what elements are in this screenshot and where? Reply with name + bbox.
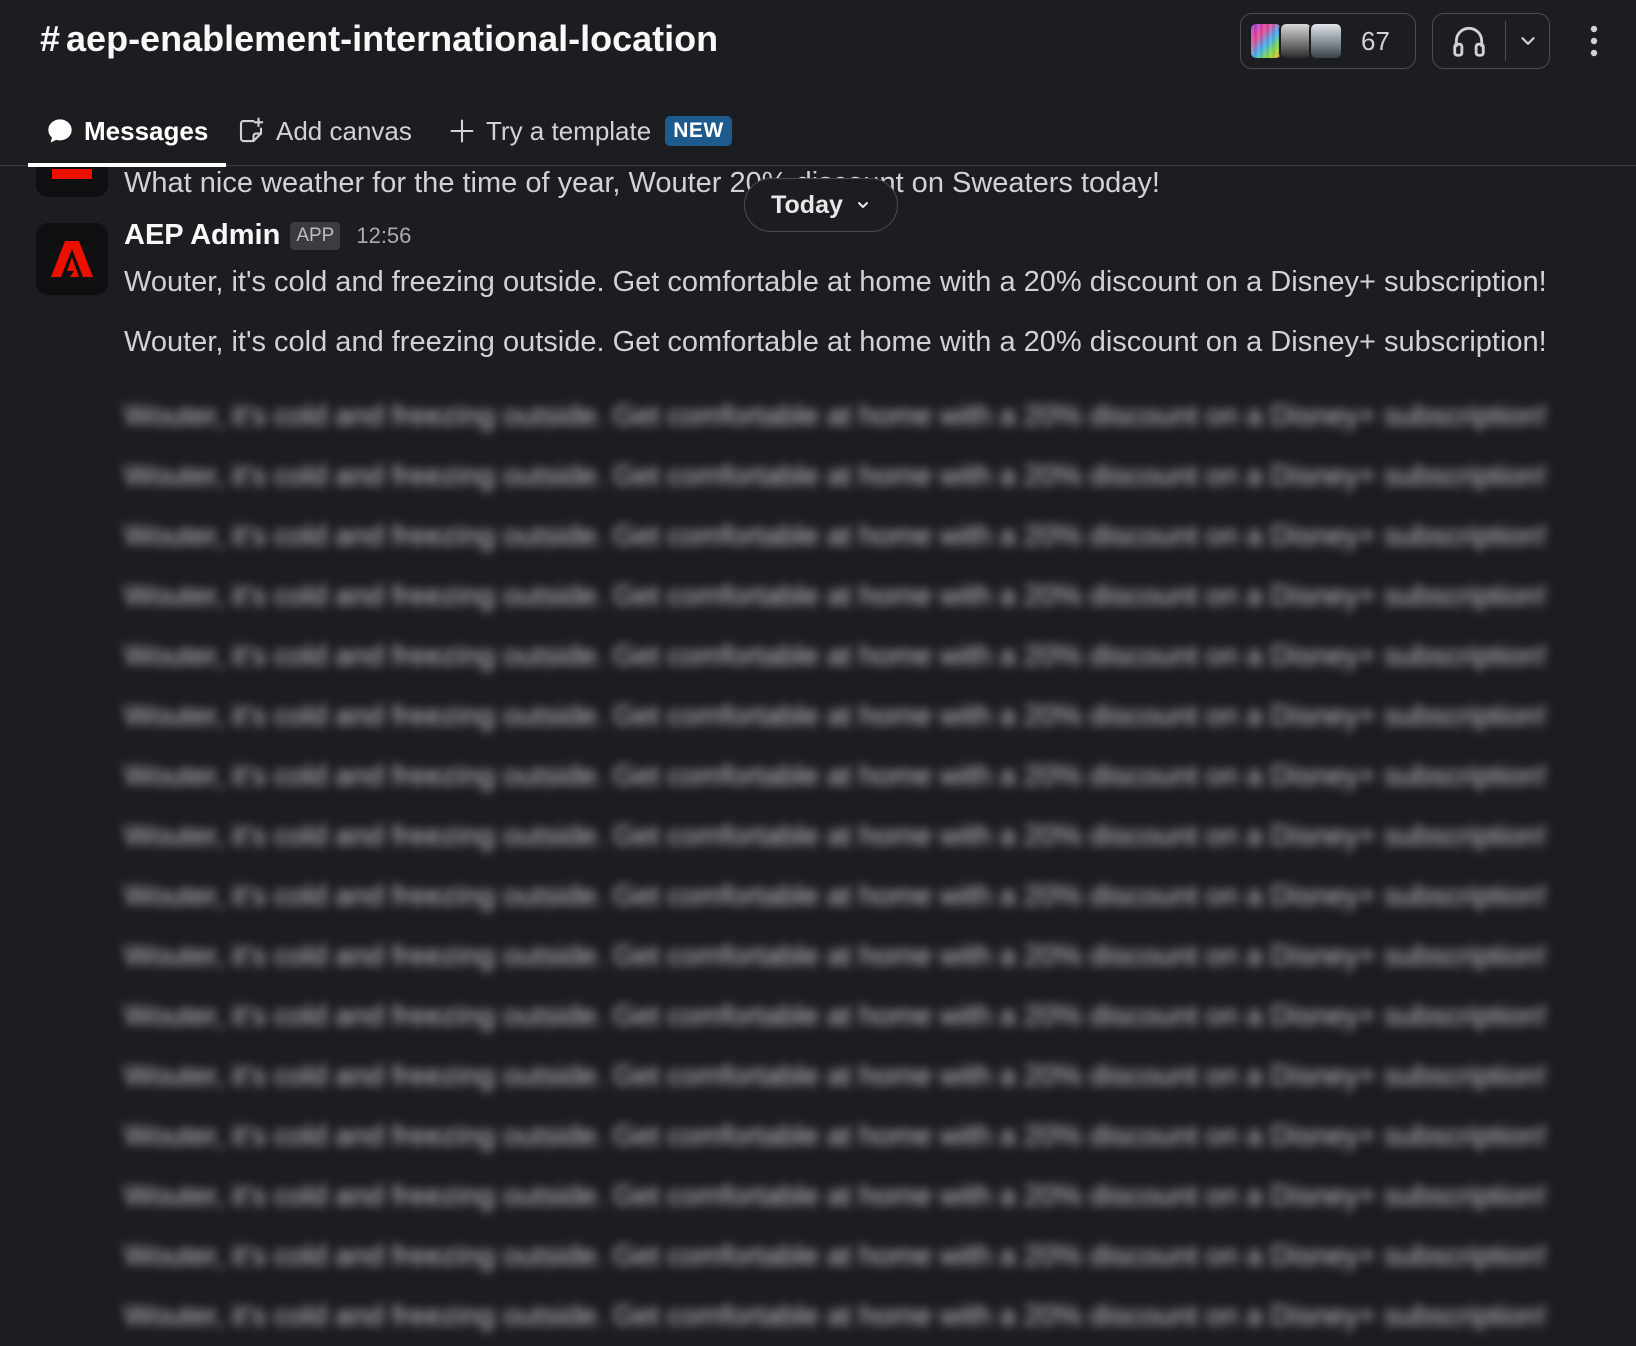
tab-add-canvas[interactable]: Add canvas xyxy=(236,96,412,166)
plus-icon xyxy=(448,117,476,145)
member-avatars xyxy=(1249,22,1343,60)
blurred-message-text: Wouter, it's cold and freezing outside. … xyxy=(124,1300,1547,1332)
member-count: 67 xyxy=(1361,25,1390,56)
blurred-message-text: Wouter, it's cold and freezing outside. … xyxy=(124,1180,1547,1212)
blurred-messages: Wouter, it's cold and freezing outside. … xyxy=(124,386,1547,1346)
adobe-logo-icon xyxy=(52,169,92,179)
new-badge: NEW xyxy=(665,116,732,146)
channel-tabs: Messages Add canvas Try a template NEW xyxy=(0,96,1636,167)
huddle-options-button[interactable] xyxy=(1506,14,1549,68)
blurred-message-text: Wouter, it's cold and freezing outside. … xyxy=(124,820,1547,852)
tab-try-template[interactable]: Try a template NEW xyxy=(448,96,732,166)
huddle-button-group xyxy=(1432,13,1550,69)
message-list: What nice weather for the time of year, … xyxy=(0,167,1636,1346)
blurred-message-text: Wouter, it's cold and freezing outside. … xyxy=(124,880,1547,912)
tab-add-canvas-label: Add canvas xyxy=(276,115,412,146)
huddle-button[interactable] xyxy=(1433,14,1505,68)
blurred-message-text: Wouter, it's cold and freezing outside. … xyxy=(124,1240,1547,1272)
message-text: Wouter, it's cold and freezing outside. … xyxy=(124,266,1547,298)
adobe-logo-icon xyxy=(51,241,93,277)
blurred-message-text: Wouter, it's cold and freezing outside. … xyxy=(124,460,1547,492)
slack-channel-view: # aep-enablement-international-location … xyxy=(0,0,1636,1346)
blurred-message-text: Wouter, it's cold and freezing outside. … xyxy=(124,580,1547,612)
date-divider-button[interactable]: Today xyxy=(744,178,898,232)
tab-try-template-label: Try a template xyxy=(486,115,652,146)
blurred-message-text: Wouter, it's cold and freezing outside. … xyxy=(124,760,1547,792)
chevron-down-icon xyxy=(855,197,871,213)
blurred-message-text: Wouter, it's cold and freezing outside. … xyxy=(124,1000,1547,1032)
kebab-icon xyxy=(1590,25,1598,57)
tab-messages[interactable]: Messages xyxy=(28,96,227,167)
member-avatar xyxy=(1309,22,1343,60)
blurred-message-text: Wouter, it's cold and freezing outside. … xyxy=(124,640,1547,672)
blurred-message-text: Wouter, it's cold and freezing outside. … xyxy=(124,400,1547,432)
message-text: Wouter, it's cold and freezing outside. … xyxy=(124,326,1547,358)
message-timestamp[interactable]: 12:56 xyxy=(356,223,411,249)
canvas-icon xyxy=(236,116,266,146)
headphones-icon xyxy=(1453,26,1485,57)
sender-name[interactable]: AEP Admin xyxy=(124,219,280,252)
more-options-button[interactable] xyxy=(1580,20,1608,62)
member-avatar xyxy=(1279,22,1313,60)
adobe-logo-avatar[interactable] xyxy=(36,167,108,197)
tab-messages-label: Messages xyxy=(84,115,209,146)
chevron-down-icon xyxy=(1520,37,1535,45)
hash-icon: # xyxy=(40,18,61,59)
message-bubble-icon xyxy=(46,117,74,145)
date-label: Today xyxy=(771,190,843,219)
blurred-message-text: Wouter, it's cold and freezing outside. … xyxy=(124,1060,1547,1092)
blurred-message-text: Wouter, it's cold and freezing outside. … xyxy=(124,1120,1547,1152)
sender-avatar[interactable] xyxy=(36,223,108,295)
channel-title-button[interactable]: # aep-enablement-international-location xyxy=(40,18,718,60)
channel-name: aep-enablement-international-location xyxy=(66,18,719,59)
blurred-message-text: Wouter, it's cold and freezing outside. … xyxy=(124,520,1547,552)
app-badge: APP xyxy=(290,221,341,250)
blurred-message-text: Wouter, it's cold and freezing outside. … xyxy=(124,700,1547,732)
member-avatar xyxy=(1249,22,1283,60)
channel-header: # aep-enablement-international-location … xyxy=(0,0,1636,84)
previous-message-text: What nice weather for the time of year, … xyxy=(124,167,1160,199)
blurred-message-text: Wouter, it's cold and freezing outside. … xyxy=(124,940,1547,972)
members-button[interactable]: 67 xyxy=(1240,13,1416,69)
message-header: AEP Admin APP 12:56 xyxy=(124,219,411,252)
